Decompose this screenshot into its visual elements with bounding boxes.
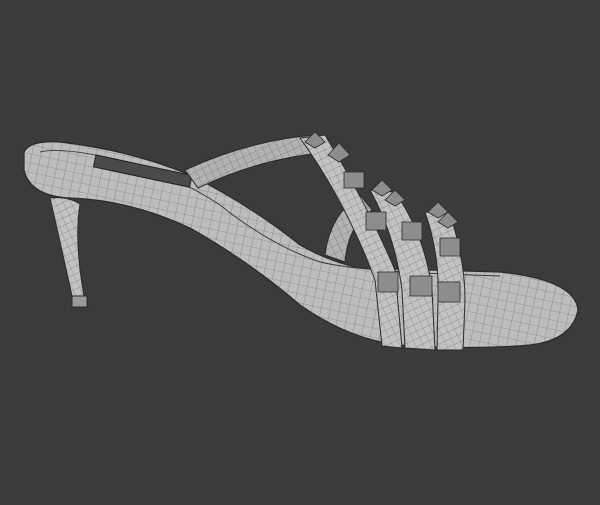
footbed	[23, 141, 579, 349]
stud	[437, 281, 461, 303]
stud	[401, 221, 423, 241]
sandal-render	[23, 131, 579, 351]
stud	[343, 171, 365, 189]
stud	[409, 275, 433, 297]
stiletto-heel	[49, 197, 89, 308]
stud	[365, 211, 387, 231]
stud	[377, 271, 399, 293]
3d-viewport[interactable]	[0, 0, 600, 500]
heel-tip	[71, 295, 88, 308]
stud	[439, 237, 461, 257]
